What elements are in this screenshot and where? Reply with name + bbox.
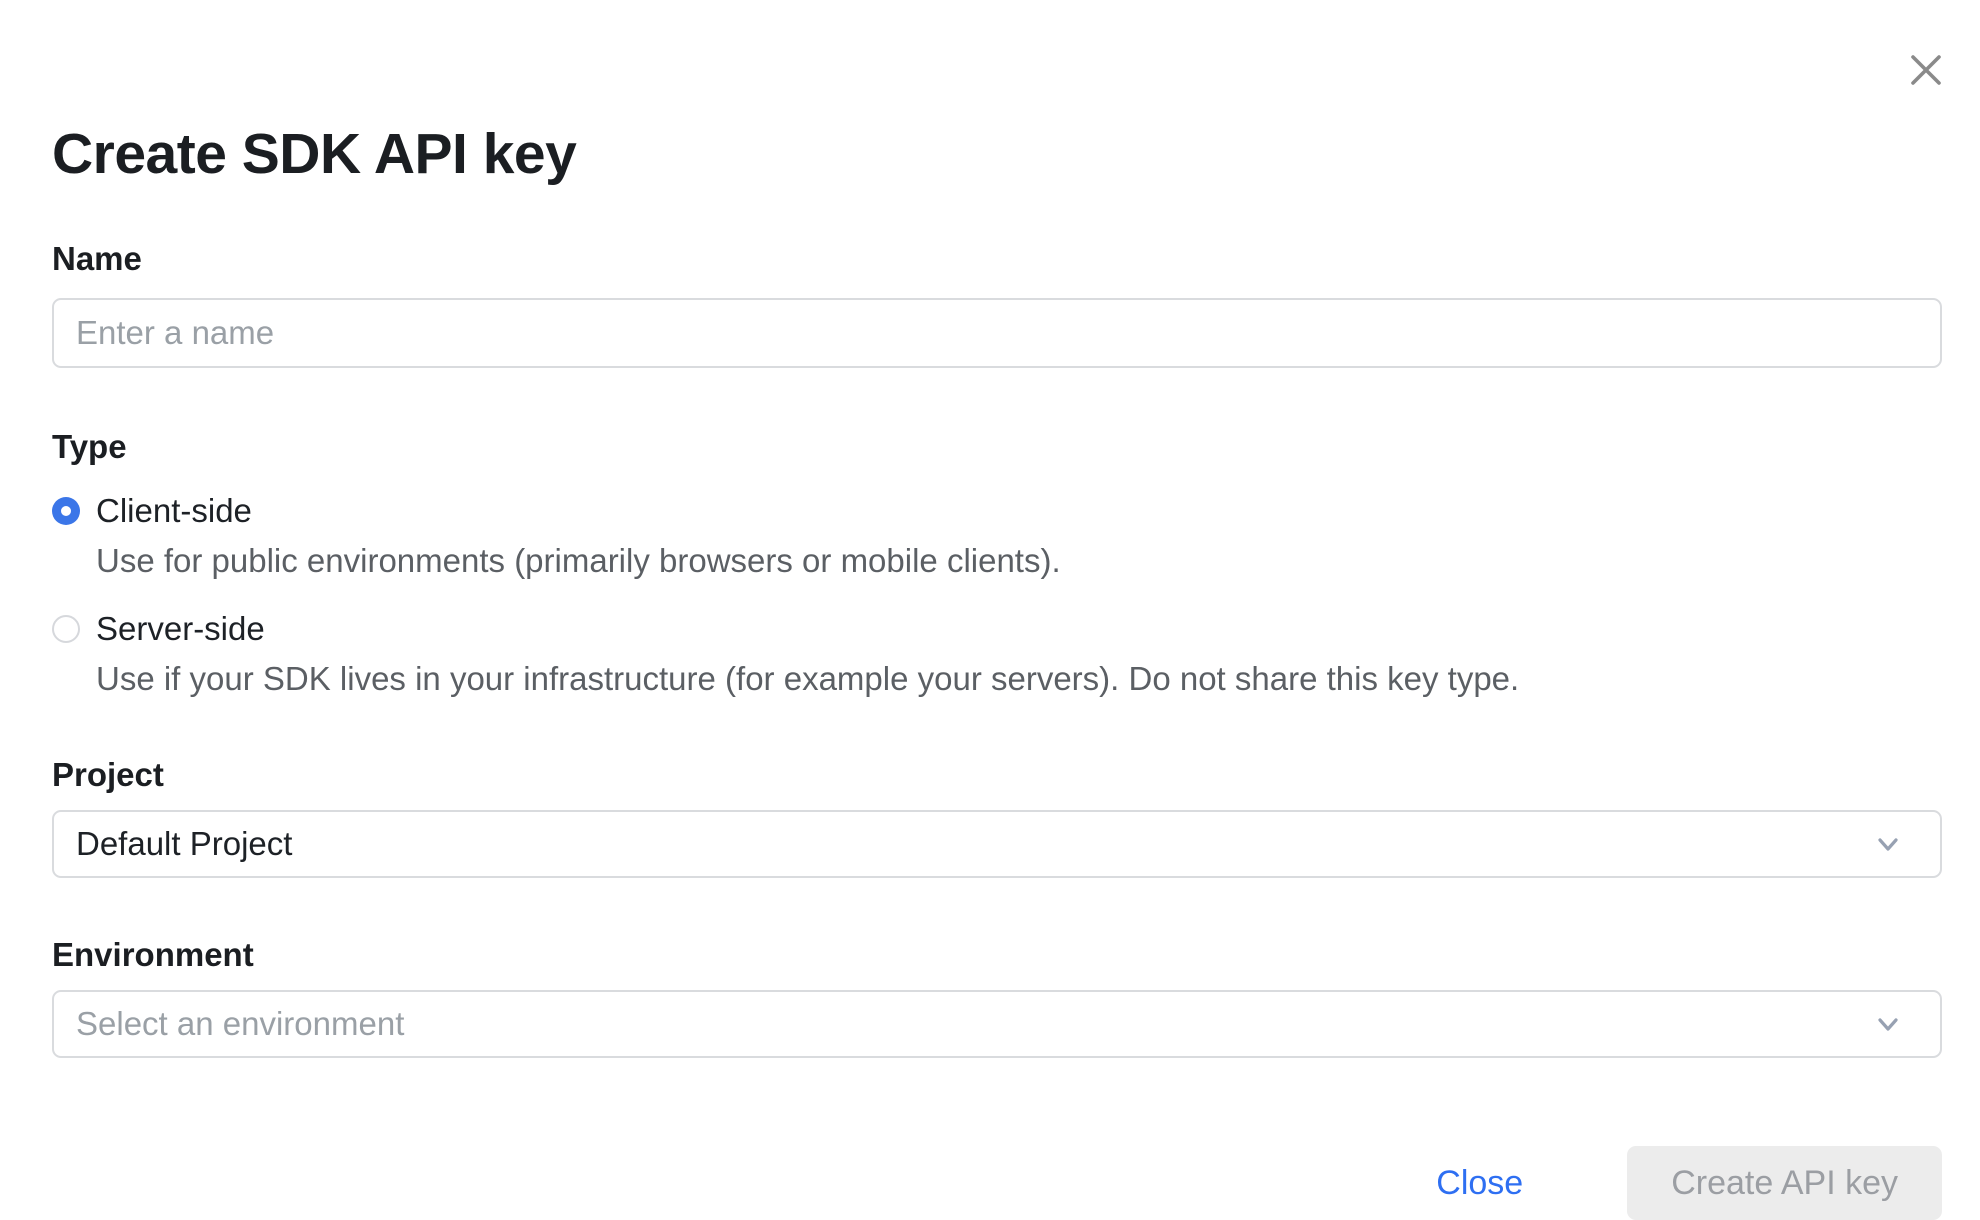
environment-select[interactable]: Select an environment — [52, 990, 1942, 1058]
close-button[interactable]: Close — [1436, 1164, 1523, 1203]
radio-option-client-side[interactable]: Client-side — [52, 488, 1942, 534]
radio-option-description: Use for public environments (primarily b… — [96, 538, 1942, 584]
create-api-key-button[interactable]: Create API key — [1627, 1146, 1942, 1220]
environment-select-placeholder: Select an environment — [76, 1005, 404, 1043]
x-icon — [1905, 49, 1947, 91]
radio-option-server-side[interactable]: Server-side — [52, 606, 1942, 652]
environment-field-group: Environment Select an environment — [52, 936, 1942, 1058]
project-select-value: Default Project — [76, 825, 292, 863]
project-select[interactable]: Default Project — [52, 810, 1942, 878]
modal-title: Create SDK API key — [52, 122, 1942, 186]
radio-option-label: Server-side — [96, 606, 265, 652]
name-field-group: Name — [52, 240, 1942, 368]
environment-label: Environment — [52, 936, 1942, 974]
project-label: Project — [52, 756, 1942, 794]
name-label: Name — [52, 240, 1942, 278]
modal-footer: Close Create API key — [52, 1146, 1942, 1220]
type-label: Type — [52, 428, 1942, 466]
chevron-down-icon — [1872, 1008, 1904, 1040]
close-icon[interactable] — [1902, 46, 1950, 94]
type-field-group: Type Client-side Use for public environm… — [52, 428, 1942, 702]
name-input[interactable] — [52, 298, 1942, 368]
radio-unselected-icon — [52, 615, 80, 643]
chevron-down-icon — [1872, 828, 1904, 860]
radio-selected-icon — [52, 497, 80, 525]
radio-option-description: Use if your SDK lives in your infrastruc… — [96, 656, 1942, 702]
radio-option-label: Client-side — [96, 488, 252, 534]
project-field-group: Project Default Project — [52, 756, 1942, 878]
create-sdk-api-key-modal: Create SDK API key Name Type Client-side… — [0, 0, 1980, 1210]
